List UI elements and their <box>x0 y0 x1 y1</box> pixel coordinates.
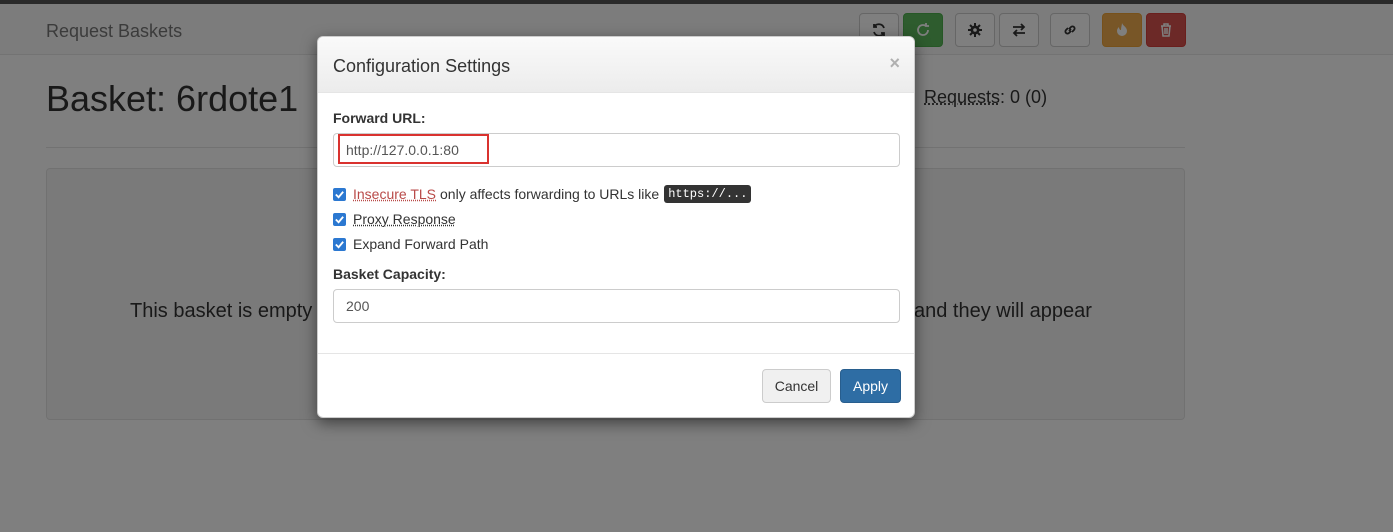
modal-title: Configuration Settings <box>333 56 511 76</box>
expand-forward-path-row: Expand Forward Path <box>333 236 488 252</box>
forward-url-input[interactable] <box>333 133 900 167</box>
checkmark-icon <box>335 190 344 199</box>
config-modal: Configuration Settings × Forward URL: In… <box>317 36 915 418</box>
capacity-label: Basket Capacity: <box>333 266 446 282</box>
checkmark-icon <box>335 215 344 224</box>
insecure-tls-desc: only affects forwarding to URLs like <box>440 186 660 202</box>
expand-forward-path-label[interactable]: Expand Forward Path <box>353 236 488 252</box>
modal-header: Configuration Settings × <box>318 37 914 93</box>
forward-url-label: Forward URL: <box>333 110 426 126</box>
cancel-button[interactable]: Cancel <box>762 369 831 403</box>
proxy-response-label[interactable]: Proxy Response <box>353 211 456 227</box>
insecure-tls-checkbox[interactable] <box>333 187 346 201</box>
close-icon[interactable]: × <box>889 53 900 74</box>
insecure-tls-label[interactable]: Insecure TLS <box>353 186 436 202</box>
expand-forward-path-checkbox[interactable] <box>333 237 346 251</box>
modal-footer-divider <box>318 353 914 354</box>
proxy-response-row: Proxy Response <box>333 211 456 227</box>
insecure-tls-row: Insecure TLS only affects forwarding to … <box>333 185 752 203</box>
https-code: https://... <box>664 185 752 203</box>
apply-button[interactable]: Apply <box>840 369 901 403</box>
checkmark-icon <box>335 240 344 249</box>
proxy-response-checkbox[interactable] <box>333 212 346 226</box>
capacity-input[interactable] <box>333 289 900 323</box>
